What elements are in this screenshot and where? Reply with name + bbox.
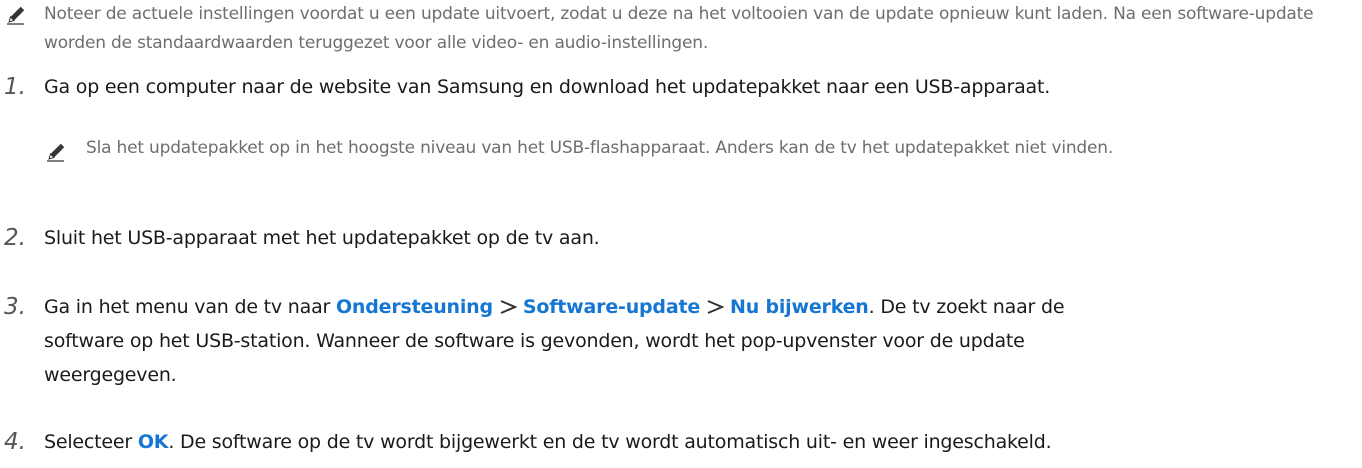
path-item-software-update[interactable]: Software-update	[523, 296, 700, 318]
step-4-text-before: Selecteer	[44, 431, 138, 453]
step-1-text: Ga op een computer naar de website van S…	[44, 76, 1051, 98]
step-number: 2.	[4, 225, 26, 251]
path-item-ondersteuning[interactable]: Ondersteuning	[336, 296, 493, 318]
step-4-text: Selecteer OK. De software op de tv wordt…	[44, 425, 1362, 459]
step-number: 4.	[4, 429, 26, 455]
pencil-icon	[7, 6, 25, 25]
path-item-nu-bijwerken[interactable]: Nu bijwerken	[730, 296, 869, 318]
step-1-note-text: Sla het updatepakket op in het hoogste n…	[86, 138, 1114, 158]
note-top-text: Noteer de actuele instellingen voordat u…	[44, 4, 1314, 53]
ok-link[interactable]: OK	[138, 431, 169, 453]
step-2-text: Sluit het USB-apparaat met het updatepak…	[44, 227, 600, 249]
step-number: 3.	[4, 294, 26, 320]
chevron-right-icon	[500, 300, 517, 314]
step-3-text: Ga in het menu van de tv naar Ondersteun…	[44, 290, 1114, 392]
chevron-right-icon	[707, 300, 725, 314]
step-number: 1.	[4, 74, 26, 100]
step-4-text-after: . De software op de tv wordt bijgewerkt …	[168, 431, 1052, 453]
step-3-text-before: Ga in het menu van de tv naar	[44, 296, 336, 318]
pencil-icon	[47, 143, 65, 162]
